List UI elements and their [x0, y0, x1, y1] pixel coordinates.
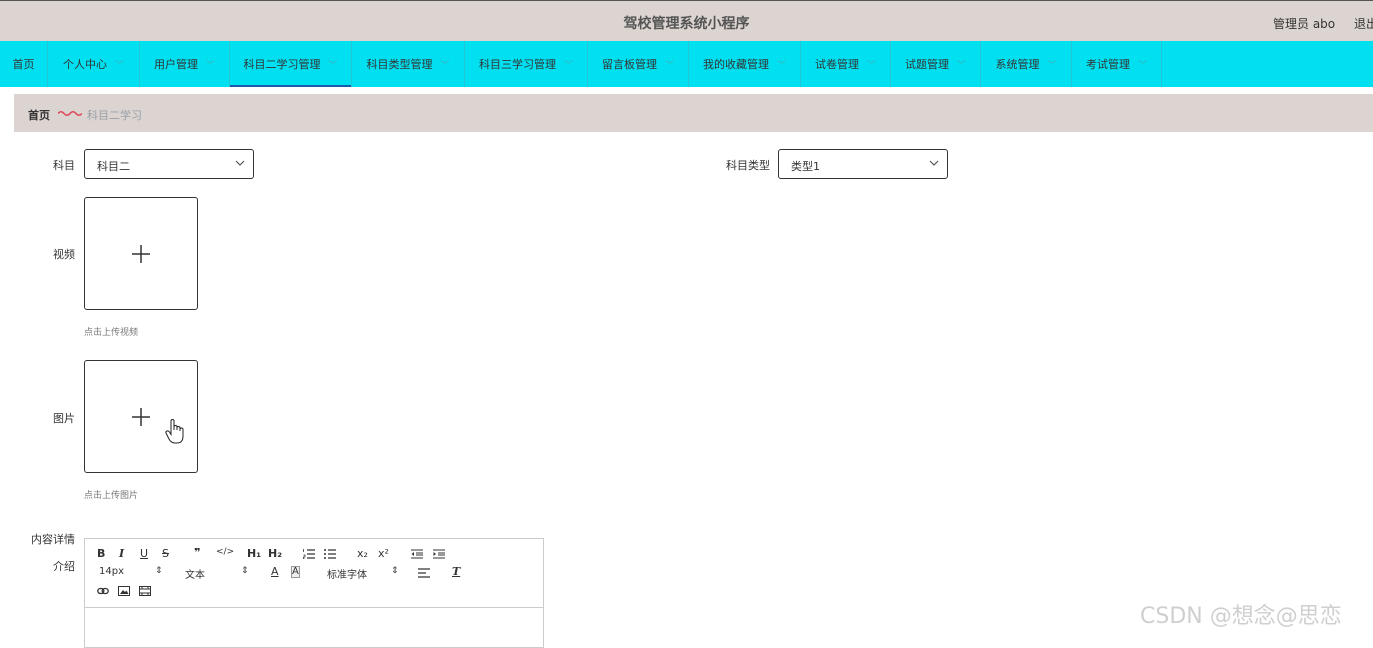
subject-type-select-value: 类型1: [791, 160, 820, 173]
h2-button[interactable]: H₂: [268, 547, 282, 560]
nav-item-label: 留言板管理: [601, 58, 657, 71]
blockquote-icon[interactable]: ❞: [194, 546, 200, 559]
editor-toolbar: B I U S ❞ </> H₁ H₂ x₂ x² 14px ⇕ 文本 ⇕ A …: [85, 539, 543, 608]
app-header: 驾校管理系统小程序 管理员 abo 退出: [0, 0, 1373, 42]
paragraph-select-arrows-icon: ⇕: [241, 566, 249, 576]
subscript-button[interactable]: x₂: [357, 547, 368, 560]
nav-item-home[interactable]: 首页: [0, 41, 48, 87]
subject-label: 科目: [53, 159, 75, 172]
video-upload-hint: 点击上传视频: [84, 328, 139, 338]
image-upload-hint: 点击上传图片: [84, 491, 139, 501]
font-family-select-arrows-icon: ⇕: [391, 566, 399, 576]
chevron-down-icon: ﹀: [1047, 60, 1057, 71]
link-icon[interactable]: [97, 586, 109, 596]
plus-icon: [132, 245, 150, 263]
chevron-down-icon: ﹀: [776, 60, 786, 71]
indent-icon[interactable]: [433, 549, 445, 559]
plus-icon: [132, 408, 150, 426]
breadcrumb-current: 科目二学习: [87, 109, 142, 122]
nav-item-label: 试题管理: [904, 58, 949, 71]
logout-link[interactable]: 退出: [1354, 15, 1373, 32]
bullet-list-icon[interactable]: [324, 549, 336, 559]
watermark: CSDN @想念@思恋: [1140, 604, 1342, 629]
nav-item-label: 科目三学习管理: [478, 58, 556, 71]
superscript-button[interactable]: x²: [378, 547, 389, 560]
video-upload[interactable]: [84, 197, 198, 310]
chevron-down-icon: ﹀: [664, 60, 674, 71]
nav-item-subject-type[interactable]: 科目类型管理 ﹀: [352, 41, 465, 87]
image-icon[interactable]: [118, 586, 130, 596]
content-label-line1: 内容详情: [31, 533, 75, 546]
video-label: 视频: [53, 248, 75, 261]
nav-item-label: 科目类型管理: [366, 58, 433, 71]
breadcrumb-separator-icon: [58, 111, 82, 116]
bold-button[interactable]: B: [97, 547, 105, 560]
nav-item-exams[interactable]: 考试管理 ﹀: [1072, 41, 1162, 87]
chevron-down-icon: ﹀: [563, 60, 573, 71]
nav-item-personal-center[interactable]: 个人中心 ﹀: [48, 41, 140, 87]
nav-item-system[interactable]: 系统管理 ﹀: [981, 41, 1072, 87]
chevron-down-icon: ﹀: [205, 60, 215, 71]
align-icon[interactable]: [418, 568, 430, 578]
nav-item-label: 个人中心: [62, 58, 107, 71]
nav-item-label: 我的收藏管理: [702, 58, 769, 71]
nav-item-label: 科目二学习管理: [243, 58, 321, 71]
nav-item-subject2-study[interactable]: 科目二学习管理 ﹀: [230, 41, 352, 87]
nav-item-subject3-study[interactable]: 科目三学习管理 ﹀: [465, 41, 588, 87]
clear-format-icon[interactable]: T: [452, 565, 460, 578]
font-size-select[interactable]: 14px: [99, 566, 124, 577]
font-family-select[interactable]: 标准字体: [327, 566, 367, 581]
nav-item-label: 考试管理: [1085, 58, 1130, 71]
content-label-line2: 介绍: [53, 560, 75, 573]
chevron-down-icon: ﹀: [328, 60, 338, 71]
chevron-down-icon: ﹀: [440, 60, 450, 71]
subject-select-value: 科目二: [97, 160, 130, 173]
nav-item-label: 试卷管理: [814, 58, 859, 71]
font-color-icon[interactable]: A: [271, 565, 279, 578]
chevron-down-icon: ﹀: [956, 60, 966, 71]
h1-button[interactable]: H₁: [247, 547, 261, 560]
subject-type-label: 科目类型: [726, 159, 770, 172]
underline-button[interactable]: U: [140, 547, 148, 560]
main-nav: 首页 个人中心 ﹀ 用户管理 ﹀ 科目二学习管理 ﹀ 科目类型管理 ﹀ 科目三学习管理 ﹀…: [0, 41, 1373, 87]
nav-item-exam-papers[interactable]: 试卷管理 ﹀: [801, 41, 891, 87]
italic-button[interactable]: I: [119, 547, 124, 560]
nav-item-label: 用户管理: [153, 58, 198, 71]
hand-cursor-icon: [165, 419, 184, 444]
font-size-select-arrows-icon: ⇕: [155, 566, 163, 576]
image-label: 图片: [53, 412, 75, 425]
outdent-icon[interactable]: [411, 549, 423, 559]
code-icon[interactable]: </>: [216, 547, 234, 557]
rich-text-editor: B I U S ❞ </> H₁ H₂ x₂ x² 14px ⇕ 文本 ⇕ A …: [84, 538, 544, 648]
video-icon[interactable]: [139, 586, 151, 596]
breadcrumb: 首页 科目二学习: [14, 94, 1373, 132]
chevron-down-icon: ﹀: [114, 60, 124, 71]
breadcrumb-home[interactable]: 首页: [28, 107, 50, 123]
subject-type-select[interactable]: 类型1: [778, 149, 948, 179]
nav-item-label: 系统管理: [995, 58, 1040, 71]
image-upload[interactable]: [84, 360, 198, 473]
nav-item-label: 首页: [12, 58, 35, 71]
chevron-down-icon: ﹀: [1137, 60, 1147, 71]
app-title: 驾校管理系统小程序: [623, 16, 750, 32]
strike-button[interactable]: S: [162, 547, 169, 560]
ordered-list-icon[interactable]: [303, 549, 315, 559]
nav-item-my-favorites[interactable]: 我的收藏管理 ﹀: [689, 41, 801, 87]
nav-item-user-management[interactable]: 用户管理 ﹀: [140, 41, 230, 87]
background-color-icon[interactable]: A: [291, 566, 300, 578]
chevron-down-icon: [929, 160, 939, 166]
nav-item-message-board[interactable]: 留言板管理 ﹀: [588, 41, 689, 87]
subject-select[interactable]: 科目二: [84, 149, 254, 179]
nav-item-questions[interactable]: 试题管理 ﹀: [891, 41, 981, 87]
paragraph-select[interactable]: 文本: [185, 566, 205, 581]
chevron-down-icon: [235, 160, 245, 166]
chevron-down-icon: ﹀: [866, 60, 876, 71]
current-user: 管理员 abo: [1273, 17, 1336, 31]
